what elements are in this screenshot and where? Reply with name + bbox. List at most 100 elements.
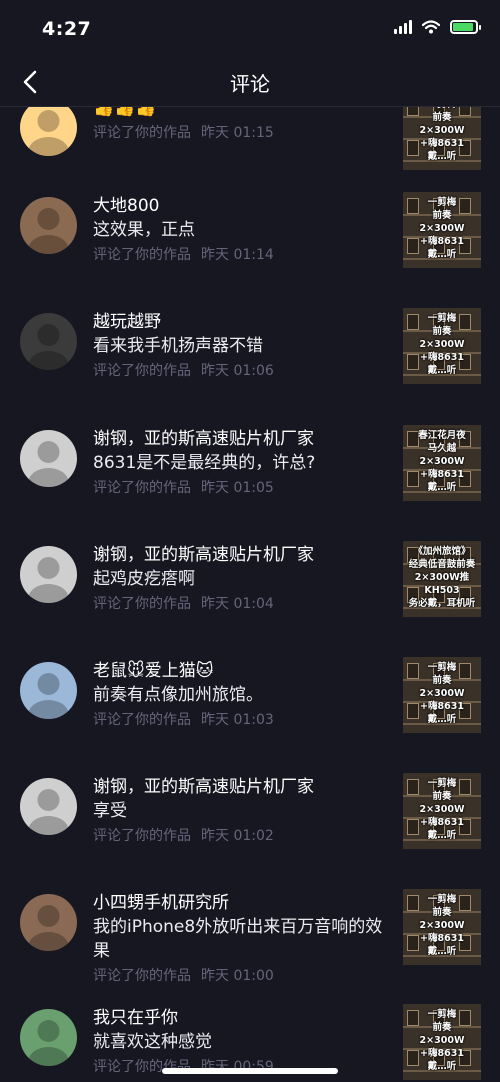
comment-body: 小四甥手机研究所 我的iPhone8外放听出来百万音响的效果评论了你的作品 昨天 0…: [93, 891, 393, 985]
username[interactable]: 小四甥手机研究所: [93, 891, 393, 915]
thumbnail-caption: 一剪梅前奏 2×300W +嗨8631 戴…听: [403, 312, 481, 377]
comment-action: 评论了你的作品: [93, 363, 191, 379]
comment-item[interactable]: 小四甥手机研究所 我的iPhone8外放听出来百万音响的效果评论了你的作品 昨天 0…: [0, 889, 500, 1005]
thumbnail-caption-line: 前奏: [432, 907, 452, 918]
home-indicator: [162, 1068, 338, 1074]
thumbnail-caption-line: 前奏: [432, 210, 452, 221]
status-icons: [394, 20, 481, 34]
comment-meta: 评论了你的作品 昨天 01:04: [93, 593, 393, 613]
avatar[interactable]: [20, 430, 77, 487]
comment-item[interactable]: 大地800 这效果，正点 评论了你的作品 昨天 01:14 一剪梅 前奏 2×300W +嗨8…: [0, 192, 500, 308]
thumbnail-caption: 一剪梅前奏 2×300W +嗨8631 戴…听: [403, 1008, 481, 1073]
video-thumbnail[interactable]: 一剪梅前奏2×300W+嗨8631戴…听: [403, 1004, 481, 1080]
comment-action: 评论了你的作品: [93, 712, 191, 728]
thumbnail-caption-line: +嗨8631: [420, 933, 464, 944]
comment-text: 8631是不是最经典的，许总?: [93, 453, 316, 473]
thumbnail-caption-line: +嗨8631: [420, 138, 464, 149]
avatar[interactable]: [20, 107, 77, 156]
comment-item[interactable]: 谢钢，亚的斯高速贴片机厂家 起鸡皮疙瘩啊 评论了你的作品 昨天 01:04 《加州旅馆》…: [0, 541, 500, 657]
thumbnail-caption: 春江花月夜 马久越 2×300W +嗨8631 戴…听: [403, 429, 481, 494]
comment-time: 昨天 01:03: [201, 712, 274, 728]
avatar[interactable]: [20, 313, 77, 370]
thumbnail-caption-line: 前奏: [432, 1022, 452, 1033]
comment-meta: 评论了你的作品 昨天 01:06: [93, 360, 393, 380]
video-thumbnail[interactable]: 一剪梅前奏2×300W+嗨8631戴…听: [403, 773, 481, 849]
thumbnail-caption-line: +嗨8631: [420, 701, 464, 712]
wifi-icon: [422, 20, 440, 34]
thumbnail-caption: 《加州旅馆》 经典低音鼓前奏 2×300W推KH503 务必戴，耳机听: [403, 545, 481, 610]
thumbnail-caption-line: 2×300W: [419, 1035, 465, 1046]
comment-meta: 评论了你的作品 昨天 01:15: [93, 122, 393, 142]
avatar[interactable]: [20, 197, 77, 254]
cellular-signal-icon: [394, 20, 412, 34]
comment-item[interactable]: 谢钢，亚的斯高速贴片机厂家 8631是不是最经典的，许总? 评论了你的作品 昨天 01…: [0, 425, 500, 541]
avatar[interactable]: [20, 778, 77, 835]
thumbnail-caption-line: +嗨8631: [420, 236, 464, 247]
thumbnail-caption-line: 2×300W: [419, 688, 465, 699]
thumbnail-caption-line: 2×300W: [419, 339, 465, 350]
avatar[interactable]: [20, 1009, 77, 1066]
thumbnail-caption-line: 2×300W: [419, 920, 465, 931]
comment-text: 我的iPhone8外放听出来百万音响的效果: [93, 917, 383, 961]
thumbnail-caption-line: 戴…听: [427, 249, 457, 260]
thumbnail-caption-line: 2×300W: [419, 456, 465, 467]
nav-bar: 评论: [0, 58, 500, 107]
thumbnail-caption-line: 戴…听: [427, 365, 457, 376]
comment-time: 昨天 01:00: [201, 968, 274, 984]
avatar[interactable]: [20, 662, 77, 719]
thumbnail-caption-line: 经典低音鼓前奏: [408, 559, 476, 570]
username[interactable]: 老鼠🐭爱上猫🐱: [93, 659, 393, 683]
thumbnail-caption-line: 一剪梅: [427, 778, 457, 789]
comment-body: 谢钢，亚的斯高速贴片机厂家 享受评论了你的作品 昨天 01:02: [93, 775, 393, 845]
comment-time: 昨天 01:02: [201, 828, 274, 844]
avatar[interactable]: [20, 894, 77, 951]
thumbnail-caption: 一剪梅前奏 2×300W +嗨8631 戴…听: [403, 893, 481, 958]
video-thumbnail[interactable]: 一剪梅前奏 2×300W +嗨8631 戴…听: [403, 889, 481, 965]
thumbnail-caption-line: 春江花月夜: [418, 430, 466, 441]
video-thumbnail[interactable]: 《加州旅馆》 经典低音鼓前奏 2×300W推KH503 务必戴，耳机听: [403, 541, 481, 617]
thumbnail-caption-line: 一剪梅: [427, 894, 457, 905]
thumbnail-caption-line: 一剪梅: [427, 1009, 457, 1020]
comment-time: 昨天 01:04: [201, 596, 274, 612]
avatar[interactable]: [20, 546, 77, 603]
comment-text: 👍👍👍: [93, 107, 157, 118]
username[interactable]: 谢钢，亚的斯高速贴片机厂家: [93, 427, 393, 451]
thumbnail-caption-line: 2×300W: [419, 223, 465, 234]
comment-meta: 评论了你的作品 昨天 01:02: [93, 825, 393, 845]
video-thumbnail[interactable]: 春江花月夜 马久越 2×300W +嗨8631 戴…听: [403, 425, 481, 501]
comment-action: 评论了你的作品: [93, 596, 191, 612]
thumbnail-caption-line: 《加州旅馆》: [413, 546, 471, 557]
username[interactable]: 谢钢，亚的斯高速贴片机厂家: [93, 775, 393, 799]
comment-meta: 评论了你的作品 昨天 01:14: [93, 244, 393, 264]
comment-item[interactable]: 谢钢，亚的斯高速贴片机厂家 享受 评论了你的作品 昨天 01:02 一剪梅 前奏 2×300…: [0, 773, 500, 889]
username[interactable]: 我只在乎你: [93, 1006, 393, 1030]
video-thumbnail[interactable]: 一剪梅前奏2×300W+嗨8631戴…听: [403, 308, 481, 384]
thumbnail-caption-line: 务必戴，耳机听: [408, 598, 476, 609]
video-thumbnail[interactable]: 一剪梅前奏2×300W+嗨8631戴…听: [403, 192, 481, 268]
thumbnail-caption: 一剪梅前奏 2×300W +嗨8631 戴…听: [403, 777, 481, 842]
status-time: 4:27: [42, 18, 92, 40]
comment-action: 评论了你的作品: [93, 968, 191, 984]
thumbnail-caption-line: 戴…听: [427, 946, 457, 957]
video-thumbnail[interactable]: 一剪梅前奏2×300W+嗨8631戴…听: [403, 657, 481, 733]
comment-list[interactable]: 👍👍👍评论了你的作品昨天 01:15一剪梅前奏2×300W+嗨8631戴…听大地…: [0, 107, 500, 1082]
comment-item[interactable]: 越玩越野 看来我手机扬声器不错 评论了你的作品 昨天 01:06 一剪梅 前奏 2×300W…: [0, 308, 500, 424]
comment-meta: 评论了你的作品 昨天 01:03: [93, 709, 393, 729]
comment-body: 谢钢，亚的斯高速贴片机厂家 8631是不是最经典的，许总? 评论了你的作品 昨天 01…: [93, 427, 393, 497]
username[interactable]: 谢钢，亚的斯高速贴片机厂家: [93, 543, 393, 567]
thumbnail-caption-line: 马久越: [427, 443, 457, 454]
comment-body: 谢钢，亚的斯高速贴片机厂家 起鸡皮疙瘩啊评论了你的作品 昨天 01:04: [93, 543, 393, 613]
comment-item[interactable]: 老鼠🐭爱上猫🐱 前奏有点像加州旅馆。 评论了你的作品 昨天 01:03 一剪梅 前奏 2×3…: [0, 657, 500, 773]
thumbnail-caption-line: +嗨8631: [420, 352, 464, 363]
comment-text: 享受: [93, 801, 127, 821]
username[interactable]: 越玩越野: [93, 310, 393, 334]
comment-text: 起鸡皮疙瘩啊: [93, 569, 195, 589]
thumbnail-caption-line: 前奏: [432, 112, 452, 123]
comment-text: 就喜欢这种感觉: [93, 1032, 212, 1052]
username[interactable]: 大地800: [93, 194, 393, 218]
video-thumbnail[interactable]: 一剪梅前奏2×300W+嗨8631戴…听: [403, 107, 481, 170]
thumbnail-caption-line: 2×300W: [419, 125, 465, 136]
thumbnail-caption-line: 戴…听: [427, 830, 457, 841]
comment-body: 我只在乎你 就喜欢这种感觉 评论了你的作品 昨天 00:59: [93, 1006, 393, 1076]
thumbnail-caption-line: 一剪梅: [427, 313, 457, 324]
